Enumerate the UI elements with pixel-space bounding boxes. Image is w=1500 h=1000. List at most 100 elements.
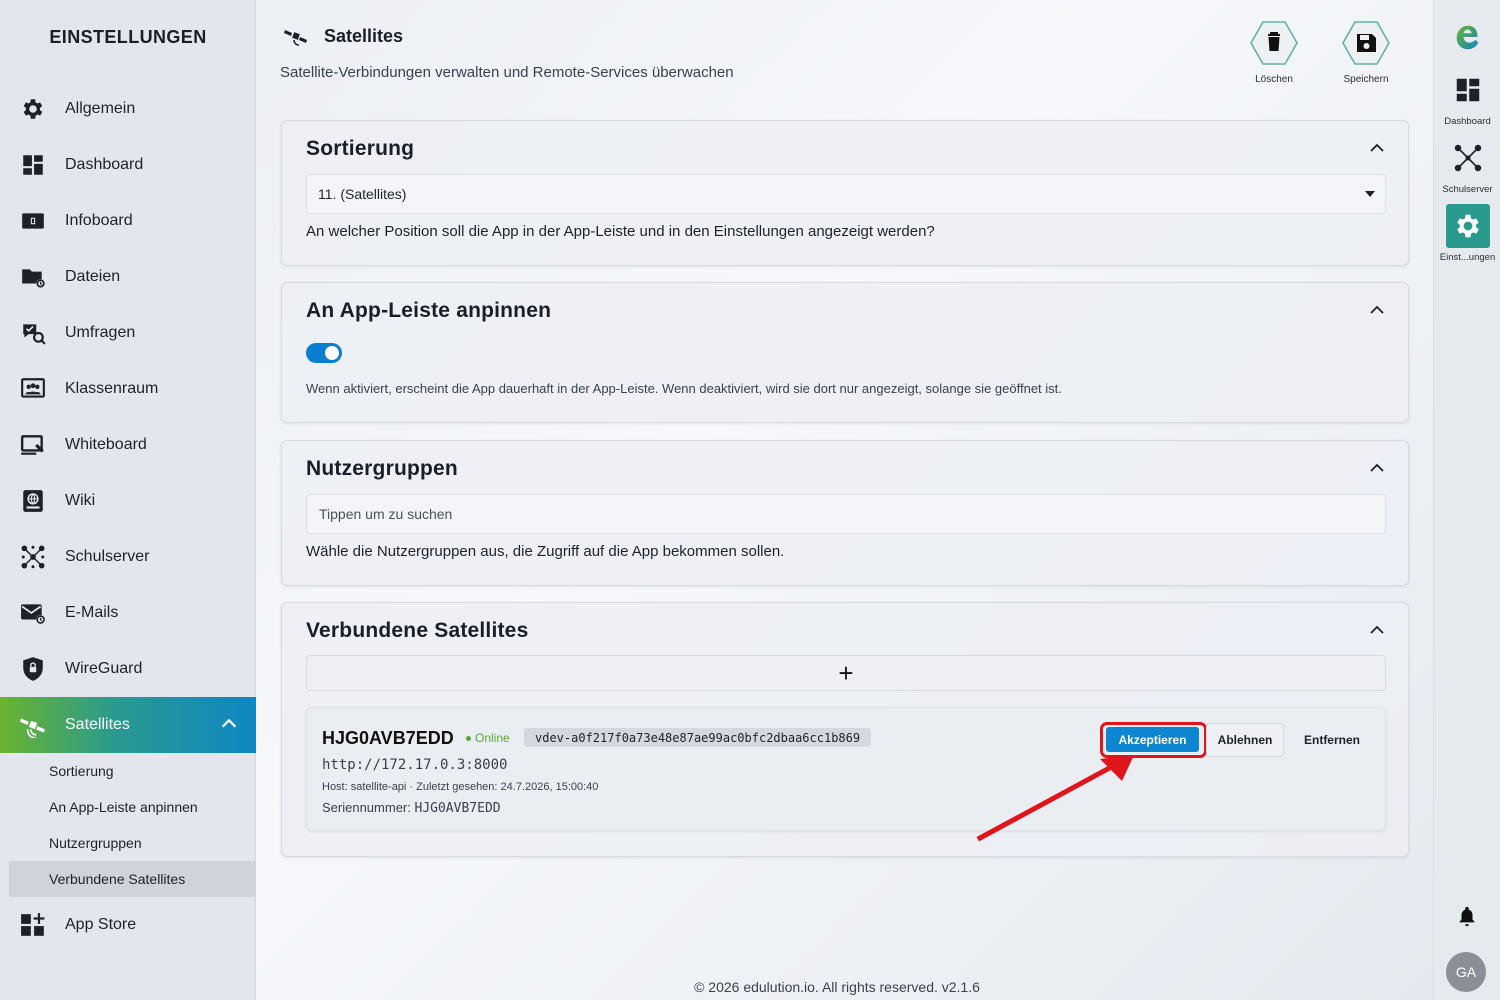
sidebar-item-label: App Store: [65, 916, 137, 933]
sidebar-item-label: Satellites: [65, 716, 130, 733]
sidebar-item-schulserver[interactable]: Schulserver: [0, 529, 256, 585]
bell-icon[interactable]: [1456, 905, 1478, 927]
sidebar-item-label: Wiki: [65, 492, 96, 509]
sort-select-value: 11. (Satellites): [318, 186, 407, 202]
sidebar-item-allgemein[interactable]: Allgemein: [0, 81, 256, 137]
sidebar-item-klassenraum[interactable]: Klassenraum: [0, 361, 256, 417]
chevron-up-icon[interactable]: [1368, 621, 1386, 639]
app-bar: Dashboard Schulserver Einst...ungen: [1433, 0, 1500, 1000]
sidebar-item-label: WireGuard: [65, 660, 143, 677]
sidebar-item-label: Umfragen: [65, 324, 136, 341]
edulution-logo-icon: [1446, 15, 1490, 59]
sidebar-item-wireguard[interactable]: WireGuard: [0, 641, 256, 697]
satellites-card: Verbundene Satellites + HJG0AVB7EDD Onli…: [281, 602, 1409, 857]
whiteboard-icon: [20, 432, 46, 458]
pin-toggle[interactable]: [306, 343, 342, 363]
wiki-icon: [20, 488, 46, 514]
groups-search-input[interactable]: [318, 506, 1385, 522]
sidebar-item-dateien[interactable]: Dateien: [0, 249, 256, 305]
survey-icon: [20, 320, 46, 346]
classroom-icon: [20, 376, 46, 402]
sidebar-item-emails[interactable]: E-Mails: [0, 585, 256, 641]
sidebar-item-satellites[interactable]: Satellites: [0, 697, 256, 753]
reject-button[interactable]: Ablehnen: [1206, 723, 1284, 757]
sidebar-item-umfragen[interactable]: Umfragen: [0, 305, 256, 361]
sidebar-item-label: Schulserver: [65, 548, 150, 565]
sort-help-text: An welcher Position soll die App in der …: [306, 223, 935, 240]
floppy-disk-icon: [1342, 21, 1390, 65]
caret-down-icon: [1365, 191, 1375, 197]
shield-icon: [20, 656, 46, 682]
sidebar-item-infoboard[interactable]: Infoboard: [0, 193, 256, 249]
satellite-host-info: Host: satellite-api · Zuletzt gesehen: 2…: [322, 781, 599, 793]
sort-card: Sortierung 11. (Satellites) An welcher P…: [281, 120, 1409, 266]
sidebar-subitem-nutzergruppen[interactable]: Nutzergruppen: [9, 825, 256, 861]
gear-icon: [1445, 204, 1490, 248]
online-dot-icon: [466, 736, 471, 742]
add-satellite-button[interactable]: +: [306, 655, 1386, 691]
trash-icon: [1250, 21, 1298, 65]
folder-icon: [20, 264, 46, 290]
satellite-list-item: HJG0AVB7EDD Online vdev-a0f217f0a73e48e8…: [306, 707, 1386, 831]
sidebar-item-app-store[interactable]: App Store: [0, 897, 256, 953]
chevron-up-icon[interactable]: [1368, 301, 1386, 319]
gear-icon: [20, 96, 46, 122]
sidebar-subitem-sortierung[interactable]: Sortierung: [9, 753, 256, 789]
satellite-url: http://172.17.0.3:8000: [322, 757, 508, 773]
chevron-up-icon[interactable]: [1368, 139, 1386, 157]
satellite-name: HJG0AVB7EDD: [322, 728, 454, 748]
satellite-serial: Seriennummer: HJG0AVB7EDD: [322, 800, 501, 816]
sidebar-subitem-verbundene-satellites[interactable]: Verbundene Satellites: [9, 861, 256, 897]
page-title: Satellites: [324, 26, 404, 46]
mail-icon: [20, 600, 46, 626]
satellite-token: vdev-a0f217f0a73e48e87ae99ac0bfc2dbaa6cc…: [524, 728, 872, 747]
groups-help-text: Wähle die Nutzergruppen aus, die Zugriff…: [306, 543, 785, 560]
chevron-up-icon[interactable]: [1368, 459, 1386, 477]
sidebar-item-wiki[interactable]: Wiki: [0, 473, 256, 529]
save-button[interactable]: Speichern: [1334, 20, 1398, 85]
dashboard-icon: [1446, 68, 1490, 112]
sidebar-item-label: Whiteboard: [65, 436, 147, 453]
sidebar-item-label: Infoboard: [65, 212, 133, 229]
card-title: Nutzergruppen: [306, 457, 458, 480]
toggle-knob: [325, 346, 339, 360]
sidebar-item-label: Dashboard: [65, 156, 144, 173]
card-title: An App-Leiste anpinnen: [306, 299, 552, 322]
groups-card: Nutzergruppen Wähle die Nutzergruppen au…: [281, 440, 1409, 586]
settings-sidebar: EINSTELLUNGEN Allgemein Dashboard Infobo…: [0, 0, 256, 1000]
sidebar-item-label: Dateien: [65, 268, 121, 285]
pin-help-text: Wenn aktiviert, erscheint die App dauerh…: [306, 381, 1062, 396]
appbar-item-einstellungen[interactable]: Einst...ungen: [1434, 204, 1500, 263]
chevron-up-icon[interactable]: [218, 713, 240, 735]
sidebar-item-whiteboard[interactable]: Whiteboard: [0, 417, 256, 473]
network-icon: [20, 544, 46, 570]
pin-card: An App-Leiste anpinnen Wenn aktiviert, e…: [281, 282, 1409, 423]
sidebar-item-label: E-Mails: [65, 604, 119, 621]
sidebar-title: EINSTELLUNGEN: [49, 27, 207, 47]
footer: © 2026 edulution.io. All rights reserved…: [694, 979, 980, 995]
sidebar-subitem-pin[interactable]: An App-Leiste anpinnen: [9, 789, 256, 825]
appbar-item-schulserver[interactable]: Schulserver: [1434, 136, 1500, 195]
delete-button[interactable]: Löschen: [1242, 20, 1306, 85]
plus-icon: +: [838, 658, 854, 688]
infoboard-icon: [20, 208, 46, 234]
status-badge: Online: [466, 731, 510, 745]
sidebar-item-label: Allgemein: [65, 100, 136, 117]
edulution-logo[interactable]: [1434, 15, 1500, 59]
satellite-icon: [284, 30, 307, 46]
app-store-icon: [20, 912, 46, 938]
satellite-icon: [20, 712, 46, 738]
appbar-item-dashboard[interactable]: Dashboard: [1434, 68, 1500, 127]
page-subtitle: Satellite-Verbindungen verwalten und Rem…: [280, 64, 734, 81]
network-icon: [1446, 136, 1490, 180]
card-title: Verbundene Satellites: [306, 619, 529, 642]
remove-button[interactable]: Entfernen: [1293, 723, 1371, 757]
avatar[interactable]: GA: [1446, 952, 1486, 992]
dashboard-icon: [20, 152, 46, 178]
sort-select[interactable]: 11. (Satellites): [306, 174, 1386, 214]
card-title: Sortierung: [306, 137, 415, 160]
accept-button[interactable]: Akzeptieren: [1106, 727, 1199, 752]
sidebar-item-dashboard[interactable]: Dashboard: [0, 137, 256, 193]
groups-search-field[interactable]: [306, 494, 1386, 534]
sidebar-item-label: Klassenraum: [65, 380, 159, 397]
